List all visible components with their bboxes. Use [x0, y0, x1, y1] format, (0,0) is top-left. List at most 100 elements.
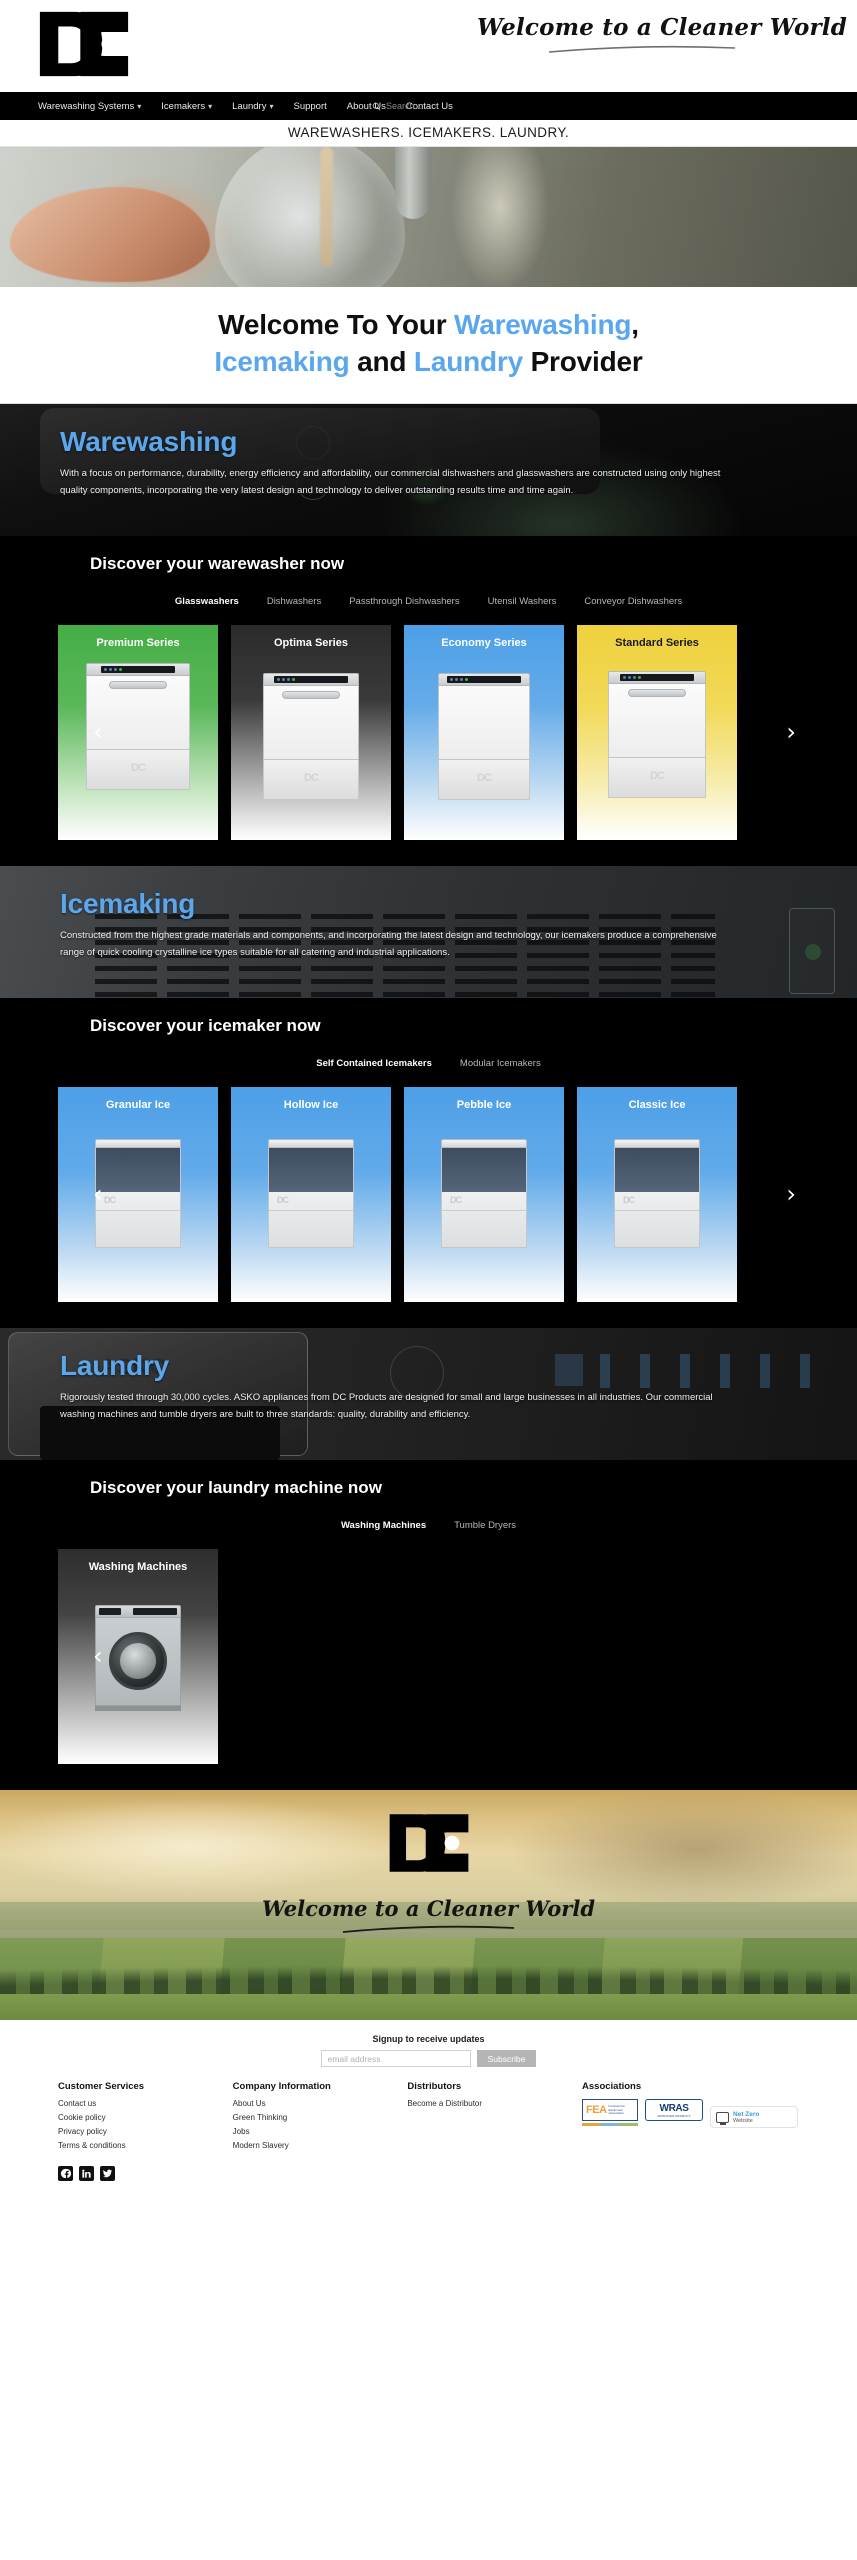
footer-column-heading: Associations: [582, 2081, 642, 2093]
warewashing-title: Warewashing: [60, 425, 238, 457]
carousel-prev-arrow[interactable]: ‹: [93, 720, 103, 744]
product-card-washing-machines[interactable]: Washing Machines: [58, 1548, 218, 1764]
laundry-discover-heading: Discover your laundry machine now: [90, 1477, 382, 1497]
footer-hero-tagline: Welcome to a Cleaner World: [261, 1895, 596, 1921]
nav-item-label: Support: [293, 100, 327, 112]
tab-utensil-washers[interactable]: Utensil Washers: [488, 596, 557, 607]
welcome-accent-warewashing: Warewashing: [454, 309, 632, 340]
site-header: Welcome to a Cleaner World: [0, 0, 857, 92]
net-zero-badge-sub: Website: [733, 2117, 753, 2124]
carousel-prev-arrow[interactable]: ‹: [93, 1182, 103, 1206]
warewashing-carousel: ‹ › Premium Series DC Optima Series DC E…: [0, 624, 857, 840]
footer-link-cookie-policy[interactable]: Cookie policy: [58, 2113, 233, 2122]
tab-self-contained-icemakers[interactable]: Self Contained Icemakers: [316, 1058, 432, 1069]
welcome-text-3: Provider: [522, 345, 643, 377]
wras-logo-icon[interactable]: WRAS APPROVED PRODUCT: [645, 2099, 704, 2122]
warewashing-description: With a focus on performance, durability,…: [60, 467, 721, 496]
footer-link-terms-conditions[interactable]: Terms & conditions: [58, 2141, 233, 2150]
welcome-banner: Welcome To Your Warewashing, Icemaking a…: [0, 287, 857, 404]
laundry-title: Laundry: [60, 1349, 170, 1381]
product-card-label: Premium Series: [96, 636, 180, 649]
social-links: [58, 2166, 233, 2182]
search-input[interactable]: [386, 101, 506, 111]
facebook-icon[interactable]: [58, 2166, 73, 2182]
warewashing-discover: Discover your warewasher now Glasswasher…: [0, 535, 857, 866]
icemaker-illustration: DC: [614, 1138, 700, 1248]
hero-tap-shape: [395, 147, 431, 219]
decor-dot: [805, 943, 821, 960]
footer-link-privacy-policy[interactable]: Privacy policy: [58, 2127, 233, 2136]
footer-link-contact-us[interactable]: Contact us: [58, 2099, 233, 2108]
dc-logo[interactable]: [38, 10, 130, 78]
footer-link-modern-slavery[interactable]: Modern Slavery: [233, 2141, 408, 2150]
monitor-icon: [716, 2111, 730, 2125]
nav-item-label: Laundry: [232, 100, 267, 112]
search-icon[interactable]: [372, 102, 381, 111]
tab-modular-icemakers[interactable]: Modular Icemakers: [460, 1058, 541, 1069]
icemaking-carousel: ‹ › Granular Ice DC Hollow Ice DC Pebble…: [0, 1086, 857, 1302]
twitter-icon[interactable]: [100, 2166, 115, 2182]
association-badges: FEA Foodservice Equipment Association WR…: [582, 2099, 802, 2129]
icemaking-description: Constructed from the highest grade mater…: [60, 929, 717, 958]
newsletter-signup: Signup to receive updates Subscribe: [0, 2034, 857, 2068]
nav-item-laundry[interactable]: Laundry ▾: [232, 101, 273, 112]
icemaking-title: Icemaking: [60, 887, 196, 919]
carousel-next-arrow[interactable]: ›: [786, 1182, 796, 1206]
laundry-band: ASKO Laundry Rigorously tested through 3…: [0, 1327, 857, 1460]
footer-hero-trees: [0, 1951, 857, 1998]
warewashing-discover-heading: Discover your warewasher now: [90, 553, 345, 573]
footer-link-become-a-distributor[interactable]: Become a Distributor: [407, 2099, 582, 2108]
carousel-next-arrow[interactable]: ›: [786, 720, 796, 744]
icemaker-illustration: DC: [268, 1138, 354, 1248]
dishwasher-illustration: DC: [263, 672, 359, 800]
product-card-label: Standard Series: [615, 636, 699, 649]
footer-link-about-us[interactable]: About Us: [233, 2099, 408, 2108]
tab-glasswashers[interactable]: Glasswashers: [175, 596, 239, 607]
product-card-premium-series[interactable]: Premium Series DC: [58, 624, 218, 840]
footer-link-green-thinking[interactable]: Green Thinking: [233, 2113, 408, 2122]
chevron-down-icon: ▾: [137, 102, 142, 111]
linkedin-icon[interactable]: [79, 2166, 94, 2182]
tab-washing-machines[interactable]: Washing Machines: [341, 1520, 426, 1531]
carousel-prev-arrow[interactable]: ‹: [93, 1644, 103, 1668]
product-card-hollow-ice[interactable]: Hollow Ice DC: [231, 1086, 391, 1302]
fea-badge-sub: Foodservice Equipment Association: [608, 2103, 625, 2116]
search-area: [372, 101, 506, 111]
laundry-description: Rigorously tested through 30,000 cycles.…: [60, 1391, 713, 1420]
laundry-carousel: ‹ Washing Machines: [0, 1548, 857, 1764]
product-card-standard-series[interactable]: Standard Series DC: [577, 624, 737, 840]
main-navigation: Warewashing Systems ▾ Icemakers ▾ Laundr…: [0, 92, 857, 120]
subscribe-button[interactable]: Subscribe: [476, 2050, 537, 2068]
nav-item-warewashing-systems[interactable]: Warewashing Systems ▾: [38, 101, 141, 112]
footer-column-associations: Associations FEA Foodservice Equipment A…: [582, 2081, 802, 2181]
nav-item-icemakers[interactable]: Icemakers ▾: [161, 101, 212, 112]
tab-tumble-dryers[interactable]: Tumble Dryers: [454, 1520, 516, 1531]
product-card-classic-ice[interactable]: Classic Ice DC: [577, 1086, 737, 1302]
net-zero-badge[interactable]: Net Zero Website: [710, 2106, 799, 2129]
footer-hero-foreground: [0, 1993, 857, 2020]
icemaking-band-content: Icemaking Constructed from the highest g…: [0, 866, 740, 961]
footer-column-heading: Distributors: [407, 2081, 462, 2093]
email-field[interactable]: [320, 2050, 471, 2068]
welcome-accent-icemaking: Icemaking: [214, 345, 350, 377]
site-footer: Signup to receive updates Subscribe Cust…: [0, 2019, 857, 2202]
icemaker-illustration: DC: [95, 1138, 181, 1248]
tab-passthrough-dishwashers[interactable]: Passthrough Dishwashers: [349, 596, 459, 607]
product-card-pebble-ice[interactable]: Pebble Ice DC: [404, 1086, 564, 1302]
product-card-economy-series[interactable]: Economy Series DC: [404, 624, 564, 840]
footer-link-jobs[interactable]: Jobs: [233, 2127, 408, 2136]
welcome-text-1: Welcome To Your: [218, 309, 455, 340]
chevron-down-icon: ▾: [269, 102, 274, 111]
fea-badge-wrap[interactable]: FEA Foodservice Equipment Association: [582, 2099, 639, 2127]
product-card-granular-ice[interactable]: Granular Ice DC: [58, 1086, 218, 1302]
tab-conveyor-dishwashers[interactable]: Conveyor Dishwashers: [584, 596, 682, 607]
footer-dc-logo[interactable]: [388, 1812, 470, 1874]
product-card-optima-series[interactable]: Optima Series DC: [231, 624, 391, 840]
washing-machine-illustration: [95, 1604, 181, 1711]
homepage: Welcome to a Cleaner World Warewashing S…: [0, 0, 857, 2202]
tab-dishwashers[interactable]: Dishwashers: [267, 596, 321, 607]
chevron-down-icon: ▾: [208, 102, 213, 111]
nav-item-support[interactable]: Support: [293, 101, 326, 112]
hero-water-stream: [320, 147, 333, 267]
icemaker-illustration: DC: [441, 1138, 527, 1248]
